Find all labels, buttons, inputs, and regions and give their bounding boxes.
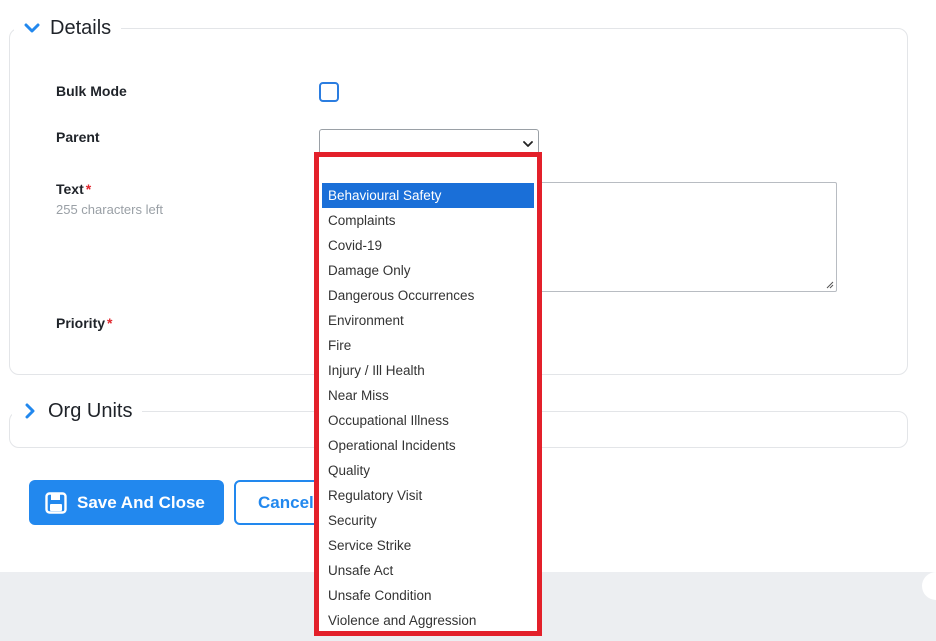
dropdown-option[interactable]: Near Miss: [322, 383, 534, 408]
dropdown-option[interactable]: Unsafe Act: [322, 558, 534, 583]
bulk-mode-checkbox[interactable]: [319, 82, 339, 102]
chevron-right-icon: [25, 403, 35, 419]
dropdown-option[interactable]: Injury / Ill Health: [322, 358, 534, 383]
save-and-close-button[interactable]: Save And Close: [29, 480, 224, 525]
dropdown-option[interactable]: Service Strike: [322, 533, 534, 558]
save-and-close-label: Save And Close: [77, 492, 205, 512]
resize-grip-icon[interactable]: [825, 280, 834, 289]
org-units-legend: Org Units: [48, 399, 133, 422]
dropdown-option[interactable]: Regulatory Visit: [322, 483, 534, 508]
dropdown-option[interactable]: Security: [322, 508, 534, 533]
dropdown-option[interactable]: Damage Only: [322, 258, 534, 283]
chevron-down-icon: [523, 141, 533, 147]
chevron-down-icon: [24, 23, 40, 33]
parent-label: Parent: [56, 129, 100, 145]
text-label-text: Text: [56, 181, 84, 197]
dropdown-option[interactable]: Behavioural Safety: [322, 183, 534, 208]
required-mark: *: [107, 315, 113, 331]
priority-label: Priority *: [56, 315, 112, 331]
dropdown-option[interactable]: Quality: [322, 458, 534, 483]
required-mark: *: [85, 181, 92, 197]
dropdown-option[interactable]: Occupational Illness: [322, 408, 534, 433]
text-label: Text *: [56, 181, 91, 197]
priority-label-text: Priority: [56, 315, 106, 331]
dropdown-option[interactable]: Fire: [322, 333, 534, 358]
floppy-disk-icon: [45, 491, 67, 514]
dropdown-option[interactable]: Unsafe Condition: [322, 583, 534, 608]
text-char-counter: 255 characters left: [56, 202, 163, 217]
dropdown-option[interactable]: Covid-19: [322, 233, 534, 258]
bulk-mode-label: Bulk Mode: [56, 83, 127, 99]
text-textarea[interactable]: [540, 182, 837, 292]
dropdown-option[interactable]: Environment: [322, 308, 534, 333]
parent-dropdown-list[interactable]: Behavioural Safety Complaints Covid-19 Dama…: [322, 160, 534, 630]
dropdown-empty-option[interactable]: [322, 160, 534, 183]
cancel-label: Cancel: [258, 492, 314, 512]
details-section-toggle[interactable]: Details: [14, 14, 122, 42]
org-units-section-toggle[interactable]: Org Units: [12, 397, 143, 425]
dropdown-option[interactable]: Operational Incidents: [322, 433, 534, 458]
dropdown-option[interactable]: Dangerous Occurrences: [322, 283, 534, 308]
details-legend: Details: [50, 16, 112, 39]
dropdown-option[interactable]: Violence and Aggression: [322, 608, 534, 630]
dropdown-option[interactable]: Complaints: [322, 208, 534, 233]
